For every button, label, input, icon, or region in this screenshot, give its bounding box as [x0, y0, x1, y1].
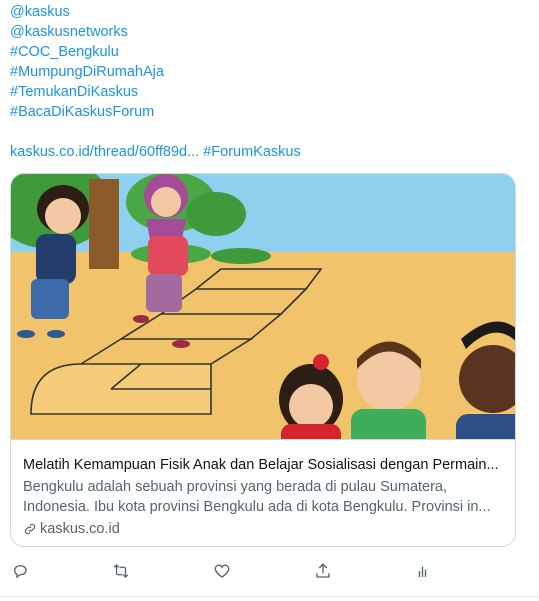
link-preview-card[interactable]: Melatih Kemampuan Fisik Anak dan Belajar…: [10, 173, 516, 547]
hashtag-mumpungdirumahaja[interactable]: #MumpungDiRumahAja: [10, 62, 530, 82]
tweet-actions: [0, 559, 539, 583]
heart-icon: [214, 564, 230, 578]
card-body: Melatih Kemampuan Fisik Anak dan Belajar…: [11, 440, 515, 539]
card-description: Bengkulu adalah sebuah provinsi yang ber…: [23, 479, 491, 515]
retweet-button[interactable]: [109, 559, 133, 583]
card-domain: kaskus.co.id: [23, 519, 503, 539]
tweet-text: @kaskus @kaskusnetworks #COC_Bengkulu #M…: [10, 2, 530, 162]
reply-button[interactable]: [8, 559, 32, 583]
mention-kaskus[interactable]: @kaskus: [10, 2, 530, 22]
reply-icon: [14, 565, 27, 579]
link-icon: [24, 523, 36, 535]
children-playing-hopscotch-illustration: [11, 174, 515, 439]
hashtag-temukandikaskus[interactable]: #TemukanDiKaskus: [10, 82, 530, 102]
url-line: kaskus.co.id/thread/60ff89d... #ForumKas…: [10, 142, 530, 162]
share-icon: [316, 563, 330, 578]
tweet-divider: [0, 596, 539, 597]
card-title: Melatih Kemampuan Fisik Anak dan Belajar…: [23, 457, 499, 473]
analytics-button[interactable]: [412, 559, 436, 583]
analytics-icon: [418, 566, 427, 577]
mention-kaskusnetworks[interactable]: @kaskusnetworks: [10, 22, 530, 42]
card-domain-text: kaskus.co.id: [40, 521, 120, 537]
hashtag-bacadikaskusforum[interactable]: #BacaDiKaskusForum: [10, 102, 530, 122]
retweet-icon: [113, 564, 129, 578]
share-button[interactable]: [311, 559, 335, 583]
hashtag-forumkaskus[interactable]: #ForumKaskus: [203, 144, 301, 160]
hashtag-coc-bengkulu[interactable]: #COC_Bengkulu: [10, 42, 530, 62]
card-image: [11, 174, 515, 440]
like-button[interactable]: [210, 559, 234, 583]
thread-link[interactable]: kaskus.co.id/thread/60ff89d...: [10, 144, 199, 160]
